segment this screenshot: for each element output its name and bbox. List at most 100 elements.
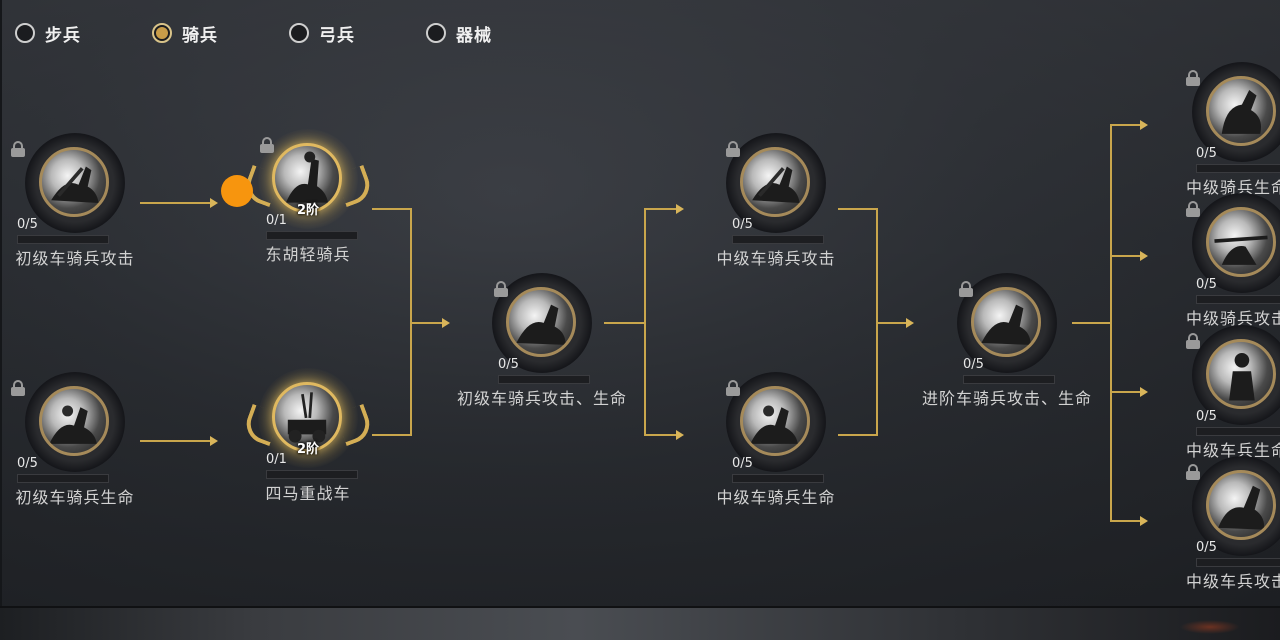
progress-bar (1196, 558, 1280, 567)
skill-node-mid-chariot-soldier-attack[interactable]: 0/5 中级车兵攻击 (1172, 456, 1280, 596)
radio-icon[interactable] (289, 23, 309, 43)
tab-archer[interactable]: 弓兵 (289, 20, 355, 46)
level-count: 0/5 (963, 357, 984, 372)
level-count: 0/5 (1196, 277, 1217, 292)
radio-icon[interactable] (15, 23, 35, 43)
connector-line (140, 202, 210, 204)
progress-bar (498, 375, 590, 384)
connector-line (644, 208, 646, 436)
skill-name: 进阶车骑兵攻击、生命 (921, 389, 1093, 408)
arrow-icon (1140, 251, 1148, 261)
arrow-icon (676, 430, 684, 440)
level-count: 0/5 (732, 456, 753, 471)
progress-bar (963, 375, 1055, 384)
tab-infantry[interactable]: 步兵 (15, 20, 81, 46)
connector-line (644, 434, 676, 436)
arrow-icon (906, 318, 914, 328)
skill-node-basic-chariot-attack[interactable]: 0/5 初级车骑兵攻击 (5, 133, 145, 273)
tab-cavalry[interactable]: 骑兵 (152, 20, 218, 46)
arrow-icon (1140, 120, 1148, 130)
lock-icon (11, 141, 25, 157)
skill-node-mid-cavalry-attack[interactable]: 0/5 中级骑兵攻击 (1172, 193, 1280, 333)
unit-node-four-horse-chariot[interactable]: 2阶 0/1 四马重战车 (238, 368, 378, 508)
spear-attack-icon (1206, 207, 1276, 277)
level-count: 0/1 (266, 452, 287, 467)
connector-line (372, 434, 412, 436)
skill-node-mid-chariot-soldier-health[interactable]: 0/5 中级车兵生命 (1172, 325, 1280, 465)
skill-name: 东胡轻骑兵 (265, 245, 351, 264)
cavalry-health-icon (740, 386, 810, 456)
level-count: 0/5 (17, 456, 38, 471)
connector-line (1110, 124, 1140, 126)
lock-icon (959, 281, 973, 297)
level-count: 0/5 (1196, 409, 1217, 424)
lock-icon (1186, 464, 1200, 480)
lock-icon (1186, 70, 1200, 86)
skill-name: 中级车兵攻击 (1186, 572, 1280, 591)
lock-icon (726, 380, 740, 396)
ember-glow (1180, 620, 1240, 634)
arrow-icon (1140, 387, 1148, 397)
progress-bar (1196, 295, 1280, 304)
armored-soldier-icon (1206, 339, 1276, 409)
tab-label: 弓兵 (319, 25, 355, 46)
arrow-icon (210, 436, 218, 446)
progress-bar (732, 474, 824, 483)
cavalry-charge-icon (506, 287, 576, 357)
notification-dot (221, 175, 253, 207)
connector-line (644, 208, 676, 210)
tab-label: 器械 (456, 25, 492, 46)
connector-line (372, 208, 412, 210)
tab-label: 骑兵 (182, 25, 218, 46)
skill-name: 四马重战车 (265, 484, 351, 503)
tab-label: 步兵 (45, 25, 81, 46)
radio-selected-icon[interactable] (152, 23, 172, 43)
progress-bar (266, 231, 358, 240)
connector-line (410, 322, 442, 324)
horse-health-icon (1206, 76, 1276, 146)
tier-badge: 2阶 (296, 442, 320, 457)
lock-icon (726, 141, 740, 157)
connector-line (140, 440, 210, 442)
skill-name: 中级车骑兵生命 (716, 488, 836, 507)
right-column-clip: 0/5 中级骑兵生命 0/5 中级骑兵攻击 0/5 中级车兵生命 0/5 中级车… (1160, 0, 1280, 606)
tab-siege[interactable]: 器械 (426, 20, 492, 46)
level-count: 0/5 (732, 217, 753, 232)
connector-line (1110, 255, 1140, 257)
progress-bar (266, 470, 358, 479)
connector-line (1110, 520, 1140, 522)
level-count: 0/5 (17, 217, 38, 232)
chariot-attack-icon (1206, 470, 1276, 540)
lock-icon (1186, 201, 1200, 217)
skill-name: 中级车骑兵攻击 (716, 249, 836, 268)
skill-node-mid-chariot-health[interactable]: 0/5 中级车骑兵生命 (706, 372, 846, 512)
skill-node-basic-chariot-attack-health[interactable]: 0/5 初级车骑兵攻击、生命 (457, 273, 626, 413)
progress-bar (1196, 164, 1280, 173)
skill-name: 初级车骑兵生命 (15, 488, 135, 507)
lock-icon (1186, 333, 1200, 349)
level-count: 0/5 (1196, 146, 1217, 161)
radio-icon[interactable] (426, 23, 446, 43)
skill-node-advanced-chariot-attack-health[interactable]: 0/5 进阶车骑兵攻击、生命 (922, 273, 1091, 413)
skill-tree-panel (0, 0, 1280, 606)
skill-node-mid-chariot-attack[interactable]: 0/5 中级车骑兵攻击 (706, 133, 846, 273)
progress-bar (732, 235, 824, 244)
arrow-icon (1140, 516, 1148, 526)
skill-node-mid-cavalry-health[interactable]: 0/5 中级骑兵生命 (1172, 62, 1280, 202)
lock-icon (494, 281, 508, 297)
cavalry-attack-icon (740, 147, 810, 217)
connector-line (1072, 322, 1112, 324)
connector-line (1110, 391, 1140, 393)
skill-name: 初级车骑兵攻击、生命 (456, 389, 628, 408)
bottom-scenery-strip (0, 606, 1280, 640)
progress-bar (17, 474, 109, 483)
arrow-icon (210, 198, 218, 208)
unit-node-donghu-light-cavalry[interactable]: 2阶 0/1 东胡轻骑兵 (238, 129, 378, 269)
progress-bar (1196, 427, 1280, 436)
connector-line (1110, 124, 1112, 522)
cavalry-attack-icon (39, 147, 109, 217)
level-count: 0/1 (266, 213, 287, 228)
skill-node-basic-chariot-health[interactable]: 0/5 初级车骑兵生命 (5, 372, 145, 512)
arrow-icon (442, 318, 450, 328)
skill-icon-frame (25, 133, 125, 233)
